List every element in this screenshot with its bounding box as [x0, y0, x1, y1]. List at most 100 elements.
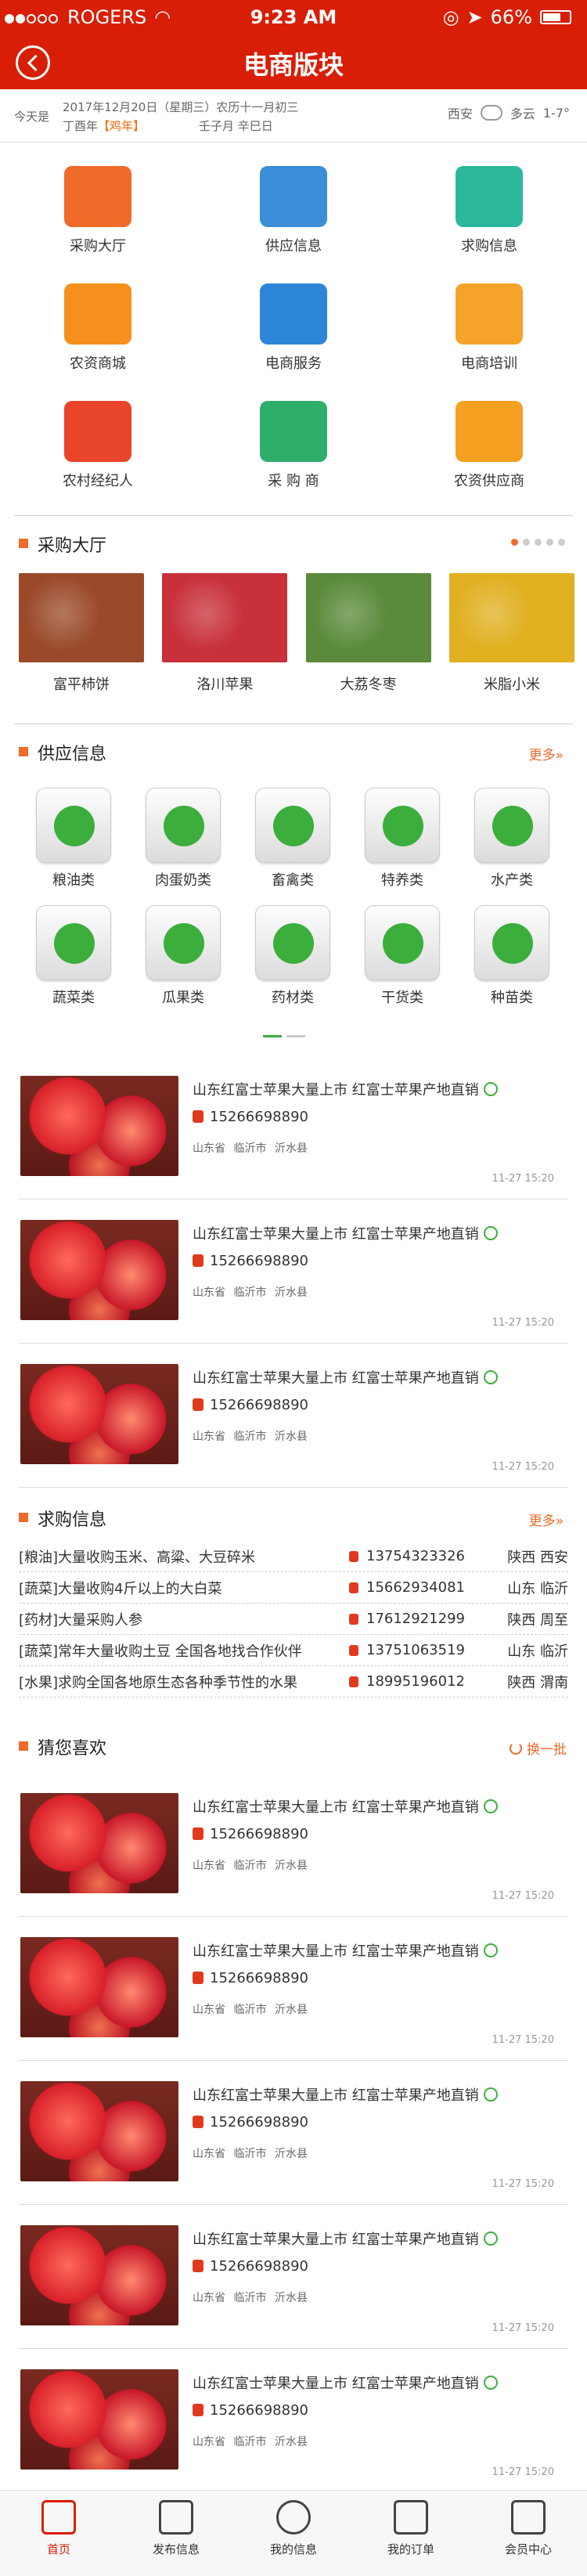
supply-more-link[interactable]: 更多» — [529, 744, 564, 763]
wanted-row[interactable]: [水果]求购全国各地原生态各种季节性的水果 18995196012 陕西 渭南 — [19, 1666, 568, 1697]
product-title: 山东红富士苹果大量上市 红富士苹果产地直销 — [193, 2372, 498, 2393]
supply-tile — [255, 788, 330, 863]
seed-bag-icon — [64, 283, 131, 345]
category-label: 采 购 商 — [268, 473, 319, 489]
tab-crown[interactable]: 会员中心 — [470, 2491, 587, 2576]
lunar-year: 丁酉年【鸡年】 — [63, 117, 145, 134]
supply-category[interactable]: 药材类 — [238, 905, 348, 1007]
purchase-hall-item[interactable]: 大荔冬枣 — [305, 573, 431, 694]
product-card[interactable]: 山东红富士苹果大量上市 红富士苹果产地直销 15266698890 山东省 临沂市 … — [19, 1773, 568, 1917]
category-item[interactable]: 求购信息 — [391, 153, 587, 271]
supply-tile — [474, 905, 549, 980]
product-phone[interactable]: 15266698890 — [193, 2402, 308, 2419]
product-card[interactable]: 山东红富士苹果大量上市 红富士苹果产地直销 15266698890 山东省 临沂市 … — [19, 1055, 568, 1200]
product-thumbnail — [20, 1937, 178, 2037]
product-image — [19, 573, 144, 662]
refresh-label: 换一批 — [527, 1742, 567, 1758]
wanted-row[interactable]: [蔬菜]常年大量收购土豆 全国各地找合作伙伴 13751063519 山东 临沂 — [19, 1635, 568, 1666]
supply-category[interactable]: 粮油类 — [19, 788, 128, 889]
product-phone[interactable]: 15266698890 — [193, 1253, 308, 1269]
buyer-documents-icon — [260, 401, 327, 462]
teacher-icon — [456, 283, 523, 345]
supply-category[interactable]: 干货类 — [348, 905, 457, 1007]
battery-icon — [540, 10, 571, 24]
category-item[interactable]: 农资商城 — [0, 271, 196, 388]
purchase-hall-item[interactable]: 富平柿饼 — [19, 573, 144, 694]
gregorian-date: 2017年12月20日（星期三）农历十一月初三 — [63, 100, 299, 114]
tab-label: 首页 — [46, 2542, 70, 2556]
wanted-row[interactable]: [粮油]大量收购玉米、高粱、大豆碎米 13754323326 陕西 西安 — [19, 1541, 568, 1572]
cow-icon — [273, 806, 314, 846]
shopping-cart-icon — [456, 166, 523, 227]
category-item[interactable]: 农村经纪人 — [0, 388, 196, 506]
date-bar: 今天是 2017年12月20日（星期三）农历十一月初三 丁酉年【鸡年】 壬子月 … — [0, 89, 587, 143]
wanted-text: [药材]大量采购人参 — [19, 1611, 143, 1629]
wanted-row[interactable]: [蔬菜]大量收购4斤以上的大白菜 15662934081 山东 临沂 — [19, 1572, 568, 1604]
category-item[interactable]: 农资供应商 — [391, 388, 587, 506]
wanted-phone[interactable]: 17612921299 — [349, 1611, 465, 1627]
section-marker — [19, 1513, 28, 1522]
phone-icon — [193, 2260, 203, 2272]
product-card[interactable]: 山东红富士苹果大量上市 红富士苹果产地直销 15266698890 山东省 临沂市 … — [19, 1344, 568, 1488]
wanted-more-link[interactable]: 更多» — [529, 1510, 564, 1529]
product-card[interactable]: 山东红富士苹果大量上市 红富士苹果产地直销 15266698890 山东省 临沂市 … — [19, 2349, 568, 2493]
product-time: 11-27 15:20 — [492, 2466, 554, 2478]
wanted-phone[interactable]: 13751063519 — [349, 1642, 465, 1658]
wanted-row[interactable]: [药材]大量采购人参 17612921299 陕西 周至 — [19, 1604, 568, 1635]
phone-number: 15266698890 — [210, 2402, 308, 2419]
product-card[interactable]: 山东红富士苹果大量上市 红富士苹果产地直销 15266698890 山东省 临沂市 … — [19, 1917, 568, 2061]
product-phone[interactable]: 15266698890 — [193, 1826, 308, 1842]
guess-header: 猜您喜欢 换一批 — [0, 1723, 587, 1770]
category-label: 求购信息 — [461, 238, 517, 254]
weather-widget: 西安 多云 1-7° — [448, 103, 570, 122]
wanted-phone[interactable]: 18995196012 — [349, 1673, 465, 1690]
phone-number: 15266698890 — [210, 2114, 308, 2130]
supply-category[interactable]: 瓜果类 — [128, 905, 238, 1007]
product-phone[interactable]: 15266698890 — [193, 1970, 308, 1986]
wanted-phone[interactable]: 15662934081 — [349, 1579, 465, 1596]
product-phone[interactable]: 15266698890 — [193, 2114, 308, 2130]
product-title: 山东红富士苹果大量上市 红富士苹果产地直销 — [193, 1367, 498, 1387]
product-thumbnail — [20, 2369, 178, 2470]
supply-category[interactable]: 特养类 — [348, 788, 457, 889]
product-time: 11-27 15:20 — [492, 1890, 554, 1902]
tab-edit[interactable]: 发布信息 — [117, 2491, 235, 2576]
category-item[interactable]: 电商服务 — [196, 271, 391, 388]
category-item[interactable]: 采 购 商 — [196, 388, 391, 506]
supply-category[interactable]: 肉蛋奶类 — [128, 788, 238, 889]
phone-icon — [349, 1550, 358, 1562]
phone-icon — [349, 1644, 358, 1656]
product-card[interactable]: 山东红富士苹果大量上市 红富士苹果产地直销 15266698890 山东省 临沂市 … — [19, 1200, 568, 1344]
product-image — [448, 573, 574, 662]
product-phone[interactable]: 15266698890 — [193, 1397, 308, 1413]
category-item[interactable]: 采购大厅 — [0, 153, 196, 271]
refresh-button[interactable]: 换一批 — [510, 1738, 567, 1758]
wanted-region: 山东 临沂 — [507, 1580, 568, 1597]
product-phone[interactable]: 15266698890 — [193, 1109, 308, 1125]
product-phone[interactable]: 15266698890 — [193, 2258, 308, 2275]
product-card[interactable]: 山东红富士苹果大量上市 红富士苹果产地直销 15266698890 山东省 临沂市 … — [19, 2205, 568, 2349]
weather-condition: 多云 — [510, 106, 535, 121]
category-label: 供应信息 — [265, 238, 322, 254]
tab-user[interactable]: 我的信息 — [235, 2491, 352, 2576]
product-time: 11-27 15:20 — [492, 1461, 554, 1473]
category-item[interactable]: 供应信息 — [196, 153, 391, 271]
phone-number: 15266698890 — [210, 1109, 308, 1125]
supply-category[interactable]: 种苗类 — [457, 905, 567, 1007]
product-card[interactable]: 山东红富士苹果大量上市 红富士苹果产地直销 15266698890 山东省 临沂市 … — [19, 2061, 568, 2205]
supply-category[interactable]: 水产类 — [457, 788, 567, 889]
supply-pager — [263, 1035, 305, 1037]
supply-category[interactable]: 畜禽类 — [238, 788, 348, 889]
supply-category[interactable]: 蔬菜类 — [19, 905, 128, 1007]
supply-category-label: 蔬菜类 — [52, 990, 95, 1006]
tab-order-list[interactable]: 我的订单 — [352, 2491, 470, 2576]
tab-home[interactable]: 首页 — [0, 2491, 117, 2576]
herb-leaf-icon — [273, 923, 314, 964]
cherry-icon — [164, 923, 204, 964]
purchase-hall-item[interactable]: 洛川苹果 — [162, 573, 288, 694]
wanted-phone[interactable]: 13754323326 — [349, 1548, 465, 1564]
phone-number: 15266698890 — [210, 1253, 308, 1269]
category-item[interactable]: 电商培训 — [391, 271, 587, 388]
purchase-hall-item[interactable]: 米脂小米 — [448, 573, 574, 694]
wanted-text: [水果]求购全国各地原生态各种季节性的水果 — [19, 1674, 298, 1691]
